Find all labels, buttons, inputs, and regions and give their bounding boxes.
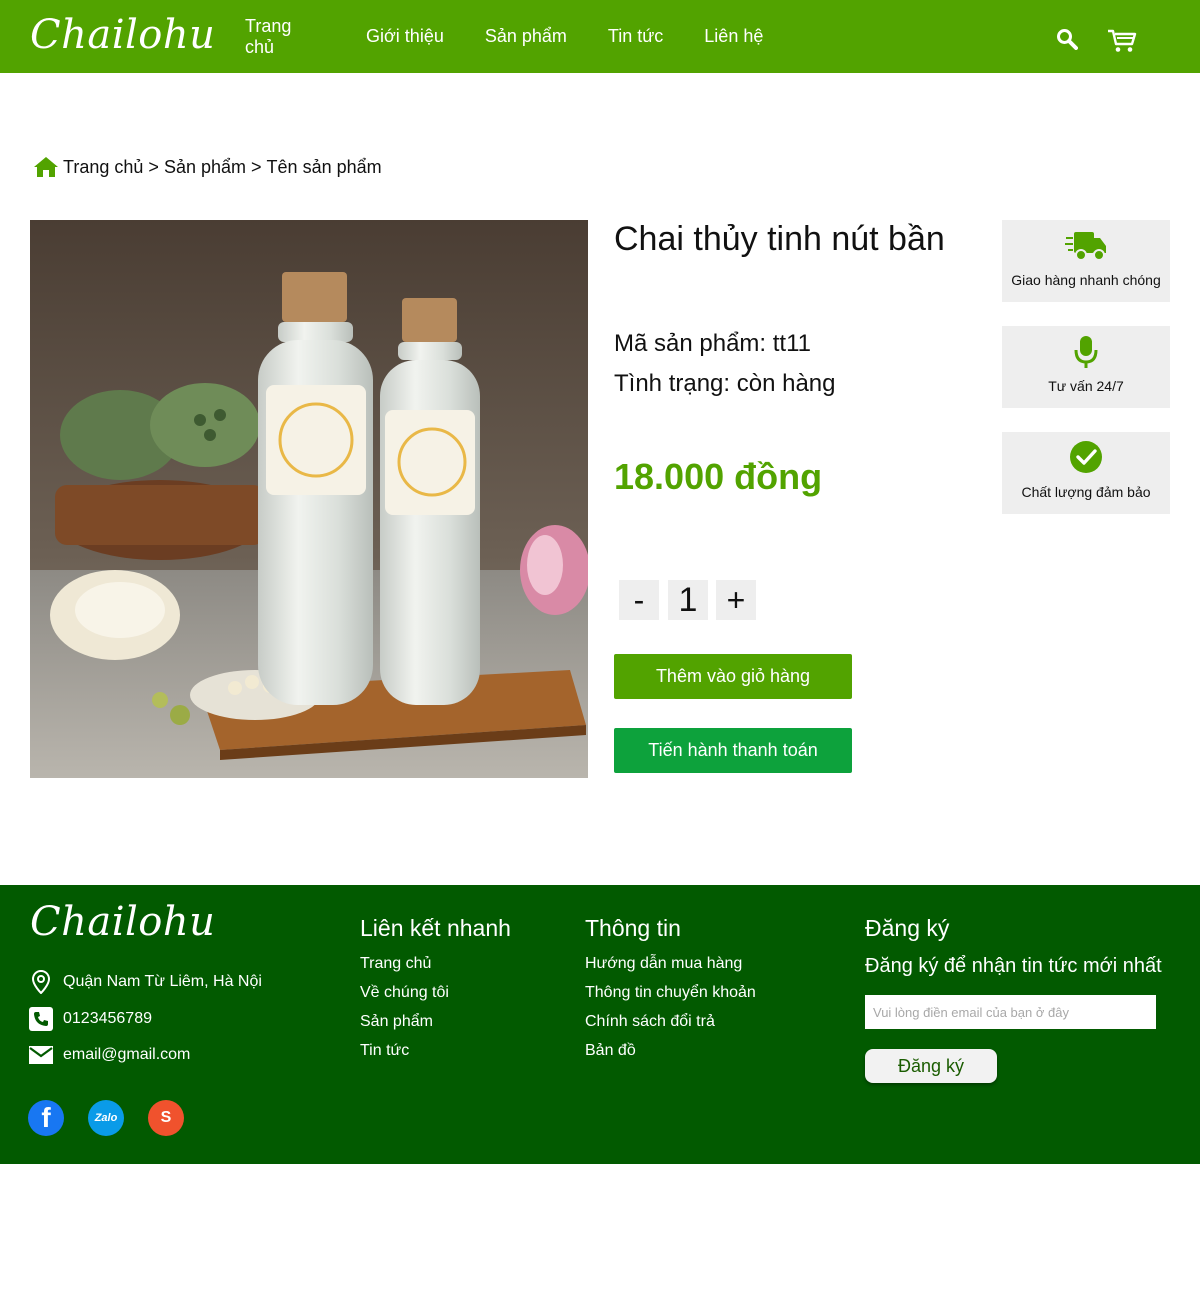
delivery-truck-icon — [1002, 228, 1170, 262]
zalo-icon[interactable]: Zalo — [88, 1100, 124, 1136]
nav-about[interactable]: Giới thiệu — [366, 26, 444, 47]
footer-phone: 0123456789 — [28, 1007, 152, 1031]
feature-support: Tư vấn 24/7 — [1002, 326, 1170, 408]
feature-label: Tư vấn 24/7 — [1048, 378, 1124, 394]
quantity-decrease-button[interactable]: - — [619, 580, 659, 620]
add-to-cart-button[interactable]: Thêm vào giỏ hàng — [614, 654, 852, 699]
subscribe-title: Đăng ký — [865, 915, 950, 941]
quick-links-title: Liên kết nhanh — [360, 915, 511, 941]
phone-icon — [28, 1007, 54, 1031]
site-logo[interactable]: Chailohu — [30, 12, 215, 58]
checkout-button[interactable]: Tiến hành thanh toán — [614, 728, 852, 773]
search-icon[interactable] — [1056, 28, 1078, 55]
footer-link-products[interactable]: Sản phẩm — [360, 1013, 449, 1042]
mail-icon — [28, 1045, 54, 1065]
feature-label: Giao hàng nhanh chóng — [1011, 272, 1161, 288]
breadcrumb-separator: > — [148, 156, 159, 177]
phone-text[interactable]: 0123456789 — [63, 1010, 152, 1028]
cart-icon[interactable] — [1107, 29, 1137, 58]
footer-logo[interactable]: Chailohu — [30, 899, 215, 945]
home-icon[interactable] — [33, 156, 59, 178]
product-code: Mã sản phẩm: tt11 — [614, 330, 811, 357]
info-list: Hướng dẫn mua hàng Thông tin chuyển khoả… — [585, 955, 756, 1071]
feature-quality: Chất lượng đảm bảo — [1002, 432, 1170, 514]
nav-contact[interactable]: Liên hệ — [704, 26, 763, 47]
site-header: Chailohu Trang chủ Giới thiệu Sản phẩm T… — [0, 0, 1200, 73]
nav-products[interactable]: Sản phẩm — [485, 26, 567, 47]
info-title: Thông tin — [585, 915, 681, 941]
subscribe-button[interactable]: Đăng ký — [865, 1049, 997, 1083]
product-title: Chai thủy tinh nút bần — [614, 220, 945, 258]
subscribe-description: Đăng ký để nhận tin tức mới nhất — [865, 955, 1162, 977]
product-status: Tình trạng: còn hàng — [614, 370, 836, 397]
footer-link-buying-guide[interactable]: Hướng dẫn mua hàng — [585, 955, 756, 984]
breadcrumb-current: Tên sản phẩm — [266, 156, 382, 177]
location-pin-icon — [28, 970, 54, 994]
check-circle-icon — [1002, 440, 1170, 474]
footer-link-about[interactable]: Về chúng tôi — [360, 984, 449, 1013]
footer-link-news[interactable]: Tin tức — [360, 1042, 449, 1071]
breadcrumb-separator: > — [251, 156, 262, 177]
breadcrumb-home[interactable]: Trang chủ — [63, 157, 143, 178]
subscribe-email-input[interactable] — [865, 995, 1156, 1029]
quantity-value[interactable]: 1 — [668, 580, 708, 620]
footer-address: Quận Nam Từ Liêm, Hà Nội — [28, 970, 262, 994]
facebook-icon[interactable]: f — [28, 1100, 64, 1136]
breadcrumb-products[interactable]: Sản phẩm — [164, 157, 246, 178]
quick-links-list: Trang chủ Về chúng tôi Sản phẩm Tin tức — [360, 955, 449, 1071]
feature-fast-delivery: Giao hàng nhanh chóng — [1002, 220, 1170, 302]
main-nav: Trang chủ Giới thiệu Sản phẩm Tin tức Li… — [245, 0, 804, 73]
site-footer: Chailohu Quận Nam Từ Liêm, Hà Nội 012345… — [0, 885, 1200, 1164]
nav-home[interactable]: Trang chủ — [245, 16, 325, 58]
product-image — [30, 220, 588, 778]
feature-label: Chất lượng đảm bảo — [1021, 484, 1151, 500]
nav-news[interactable]: Tin tức — [608, 26, 663, 47]
email-text[interactable]: email@gmail.com — [63, 1046, 190, 1064]
address-text: Quận Nam Từ Liêm, Hà Nội — [63, 973, 262, 990]
footer-link-return-policy[interactable]: Chính sách đổi trả — [585, 1013, 756, 1042]
footer-email: email@gmail.com — [28, 1045, 190, 1065]
product-price: 18.000 đồng — [614, 456, 823, 497]
footer-link-home[interactable]: Trang chủ — [360, 955, 449, 984]
microphone-icon — [1002, 334, 1170, 370]
quantity-increase-button[interactable]: + — [716, 580, 756, 620]
footer-link-map[interactable]: Bản đồ — [585, 1042, 756, 1071]
shopee-icon[interactable]: S — [148, 1100, 184, 1136]
breadcrumb: Trang chủ > Sản phẩm > Tên sản phẩm — [33, 153, 382, 181]
footer-link-transfer-info[interactable]: Thông tin chuyển khoản — [585, 984, 756, 1013]
